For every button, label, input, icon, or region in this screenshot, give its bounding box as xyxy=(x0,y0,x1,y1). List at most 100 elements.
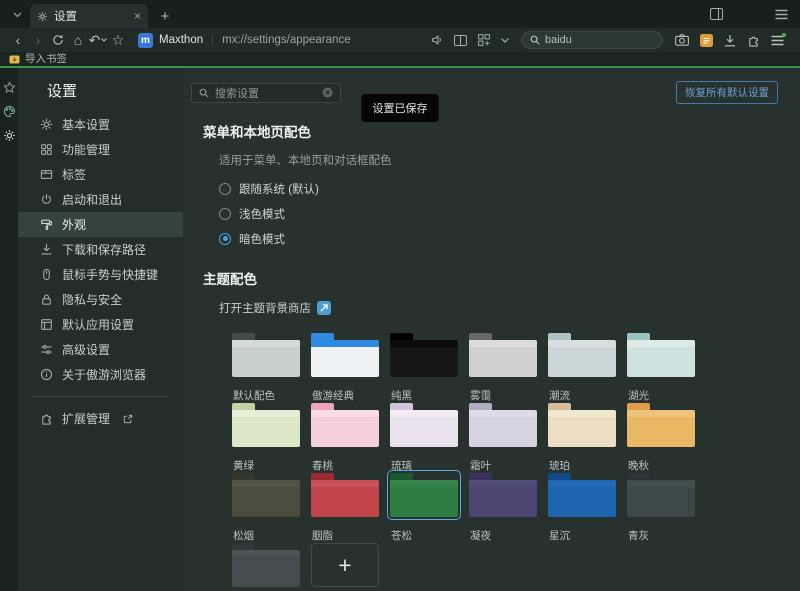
theme-swatch-10[interactable]: 琥珀 xyxy=(545,400,624,470)
theme-swatch-8[interactable]: 琉璃 xyxy=(387,400,466,470)
theme-swatch-14[interactable]: 苍松 xyxy=(387,470,466,540)
theme-name: 星沉 xyxy=(549,528,624,543)
navigation-bar: ‹ › ⌂ ↶ ☆ m Maxthon mx://settings/appear… xyxy=(0,28,800,52)
toolbar-search-box[interactable]: baidu xyxy=(521,31,663,49)
modules-icon xyxy=(40,143,53,156)
theme-swatch-9[interactable]: 霜叶 xyxy=(466,400,545,470)
search-icon xyxy=(530,35,540,45)
content-header: 搜索设置 恢复所有默认设置 xyxy=(183,68,800,104)
power-icon xyxy=(40,193,53,206)
sidebar-item-gestures[interactable]: 鼠标手势与快捷键 xyxy=(18,262,183,287)
clear-search-icon[interactable] xyxy=(322,87,333,98)
theme-swatch-12[interactable]: 松烟 xyxy=(229,470,308,540)
chevron-down-icon xyxy=(101,38,107,42)
side-strip xyxy=(0,68,18,591)
panel-layout-icon[interactable] xyxy=(710,8,723,20)
store-external-icon xyxy=(317,301,331,315)
apps-icon xyxy=(40,318,53,331)
refresh-button[interactable] xyxy=(48,30,68,50)
theme-preview xyxy=(311,333,379,377)
section-title: 菜单和本地页配色 xyxy=(203,121,800,141)
back-button[interactable]: ‹ xyxy=(8,30,28,50)
favorites-star-icon[interactable] xyxy=(3,81,16,94)
theme-swatch-0[interactable]: 默认配色 xyxy=(229,330,308,400)
add-theme-button[interactable]: + xyxy=(311,543,379,587)
sidebar-item-label: 鼠标手势与快捷键 xyxy=(62,266,158,283)
new-tab-button[interactable]: + xyxy=(156,9,174,24)
theme-swatch-7[interactable]: 春桃 xyxy=(308,400,387,470)
undo-button[interactable]: ↶ xyxy=(88,30,108,50)
gear-icon xyxy=(40,118,53,131)
theme-preview xyxy=(390,333,458,377)
maxnote-icon[interactable] xyxy=(700,34,713,47)
theme-preview xyxy=(390,473,458,517)
screenshot-camera-icon[interactable] xyxy=(675,34,689,46)
radio-option-light-mode[interactable]: 浅色模式 xyxy=(219,201,800,226)
read-aloud-icon[interactable] xyxy=(431,34,443,46)
radio-option-follow-system[interactable]: 跟随系统 (默认) xyxy=(219,176,800,201)
theme-swatch-11[interactable]: 晚秋 xyxy=(624,400,703,470)
sidebar-item-label: 功能管理 xyxy=(62,141,110,158)
sidebar-item-basic[interactable]: 基本设置 xyxy=(18,112,183,137)
chevron-down-icon xyxy=(13,12,22,18)
theme-swatch-5[interactable]: 湖光 xyxy=(624,330,703,400)
theme-swatch-3[interactable]: 雾霭 xyxy=(466,330,545,400)
settings-nav: 基本设置功能管理标签启动和退出外观下载和保存路径鼠标手势与快捷键隐私与安全默认应… xyxy=(18,112,183,387)
theme-swatch-16[interactable]: 星沉 xyxy=(545,470,624,540)
theme-preview xyxy=(627,403,695,447)
radio-label: 跟随系统 (默认) xyxy=(239,181,319,197)
theme-swatch-13[interactable]: 胭脂 xyxy=(308,470,387,540)
download-icon xyxy=(40,243,53,256)
downloads-icon[interactable] xyxy=(724,34,736,47)
radio-option-dark-mode[interactable]: 暗色模式 xyxy=(219,226,800,251)
web-clip-icon[interactable] xyxy=(478,34,490,46)
sidebar-item-advanced[interactable]: 高级设置 xyxy=(18,337,183,362)
update-badge xyxy=(782,33,786,37)
external-link-icon xyxy=(123,414,133,424)
settings-search-input[interactable]: 搜索设置 xyxy=(191,83,341,103)
sidebar-item-appearance[interactable]: 外观 xyxy=(18,212,183,237)
tab-list-button[interactable] xyxy=(6,5,28,25)
theme-swatch-6[interactable]: 黄绿 xyxy=(229,400,308,470)
favorite-star-button[interactable]: ☆ xyxy=(108,30,128,50)
address-bar[interactable]: m Maxthon mx://settings/appearance xyxy=(138,33,351,48)
sidebar-item-about[interactable]: 关于傲游浏览器 xyxy=(18,362,183,387)
theme-swatch-15[interactable]: 凝夜 xyxy=(466,470,545,540)
skins-palette-icon[interactable] xyxy=(3,105,16,118)
theme-swatch-17[interactable]: 青灰 xyxy=(624,470,703,540)
titlebar-menu-icon[interactable] xyxy=(775,9,788,20)
forward-button[interactable]: › xyxy=(28,30,48,50)
extensions-puzzle-icon[interactable] xyxy=(747,34,760,47)
theme-preview xyxy=(311,403,379,447)
theme-swatch-4[interactable]: 潮流 xyxy=(545,330,624,400)
split-screen-icon[interactable] xyxy=(454,35,467,46)
more-chevron-icon[interactable] xyxy=(501,38,509,43)
settings-gear-icon[interactable] xyxy=(3,129,16,142)
theme-swatch-2[interactable]: 纯黑 xyxy=(387,330,466,400)
sidebar-item-default-apps[interactable]: 默认应用设置 xyxy=(18,312,183,337)
main-menu-icon[interactable] xyxy=(771,35,784,46)
sidebar-item-tabs[interactable]: 标签 xyxy=(18,162,183,187)
theme-swatch-1[interactable]: 傲游经典 xyxy=(308,330,387,400)
radio-label: 暗色模式 xyxy=(239,231,285,247)
theme-store-link[interactable]: 打开主题背景商店 xyxy=(219,300,800,316)
sidebar-item-features[interactable]: 功能管理 xyxy=(18,137,183,162)
restore-defaults-button[interactable]: 恢复所有默认设置 xyxy=(676,81,778,104)
sidebar-item-extensions[interactable]: 扩展管理 xyxy=(18,406,183,431)
theme-preview xyxy=(469,473,537,517)
sidebar-item-download[interactable]: 下载和保存路径 xyxy=(18,237,183,262)
section-subtitle: 适用于菜单、本地页和对话框配色 xyxy=(219,152,800,168)
tab-settings[interactable]: 设置 × xyxy=(30,4,148,28)
theme-swatch-18[interactable]: 暗夜 xyxy=(229,540,308,591)
theme-preview xyxy=(232,333,300,377)
brand-name: Maxthon xyxy=(159,34,203,46)
theme-preview xyxy=(548,333,616,377)
theme-name: 青灰 xyxy=(628,528,703,543)
sidebar-item-label: 关于傲游浏览器 xyxy=(62,366,146,383)
home-button[interactable]: ⌂ xyxy=(68,30,88,50)
saved-toast: 设置已保存 xyxy=(362,94,439,122)
import-bookmarks-button[interactable]: 导入书签 xyxy=(25,54,67,65)
tab-close-icon[interactable]: × xyxy=(134,10,141,22)
sidebar-item-startup[interactable]: 启动和退出 xyxy=(18,187,183,212)
sidebar-item-privacy[interactable]: 隐私与安全 xyxy=(18,287,183,312)
